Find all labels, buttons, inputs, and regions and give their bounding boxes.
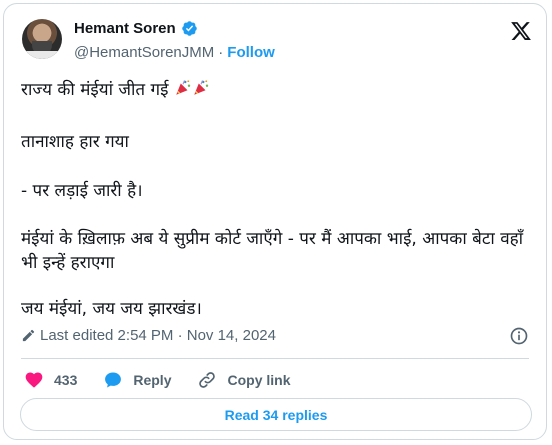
copy-link-button[interactable]: Copy link [197,370,291,390]
like-button[interactable]: 433 [24,370,77,390]
party-popper-icon [176,80,191,95]
read-replies-button[interactable]: Read 34 replies [20,398,532,431]
read-replies-label: Read 34 replies [224,406,328,423]
edit-meta[interactable]: Last edited 2:54 PM · Nov 14, 2024 [21,327,276,344]
reply-button[interactable]: Reply [103,370,171,390]
tweet-line-2: तानाशाह हार गया [21,132,129,152]
tweet-line-1: राज्य की मंईयां जीत गई [21,78,210,102]
tweet-line-3: - पर लड़ाई जारी है। [21,181,143,201]
author-name-row: Hemant Soren [74,20,198,37]
like-count: 433 [54,372,78,388]
tweet-line-4: मंईयां के ख़िलाफ़ अब ये सुप्रीम कोर्ट जा… [21,229,524,273]
tweet-line-1-text: राज्य की मंईयां जीत गई [21,80,169,100]
reply-label: Reply [133,372,172,388]
avatar-shirt [22,51,62,59]
avatar[interactable] [22,19,62,59]
tweet-card: Hemant Soren @HemantSorenJMM · Follow रा… [3,3,547,440]
author-name[interactable]: Hemant Soren [74,20,176,37]
action-bar: 433 Reply Copy link [24,370,317,390]
x-logo-icon[interactable] [510,20,532,42]
separator-dot: · [218,44,224,61]
follow-button[interactable]: Follow [227,44,275,61]
verified-badge-icon [181,21,197,36]
pencil-icon [22,329,35,342]
copy-link-label: Copy link [227,372,291,388]
link-icon [199,372,216,388]
heart-icon [25,372,43,388]
info-icon[interactable] [509,326,529,346]
party-popper-icon [194,80,209,95]
author-handle[interactable]: @HemantSorenJMM [74,44,214,61]
divider [21,358,529,359]
tweet-line-5: जय मंईयां, जय जय झारखंड। [21,299,202,319]
author-handle-row: @HemantSorenJMM · Follow [74,44,275,61]
edited-timestamp[interactable]: Last edited 2:54 PM · Nov 14, 2024 [40,327,276,344]
reply-bubble-icon [105,372,122,388]
